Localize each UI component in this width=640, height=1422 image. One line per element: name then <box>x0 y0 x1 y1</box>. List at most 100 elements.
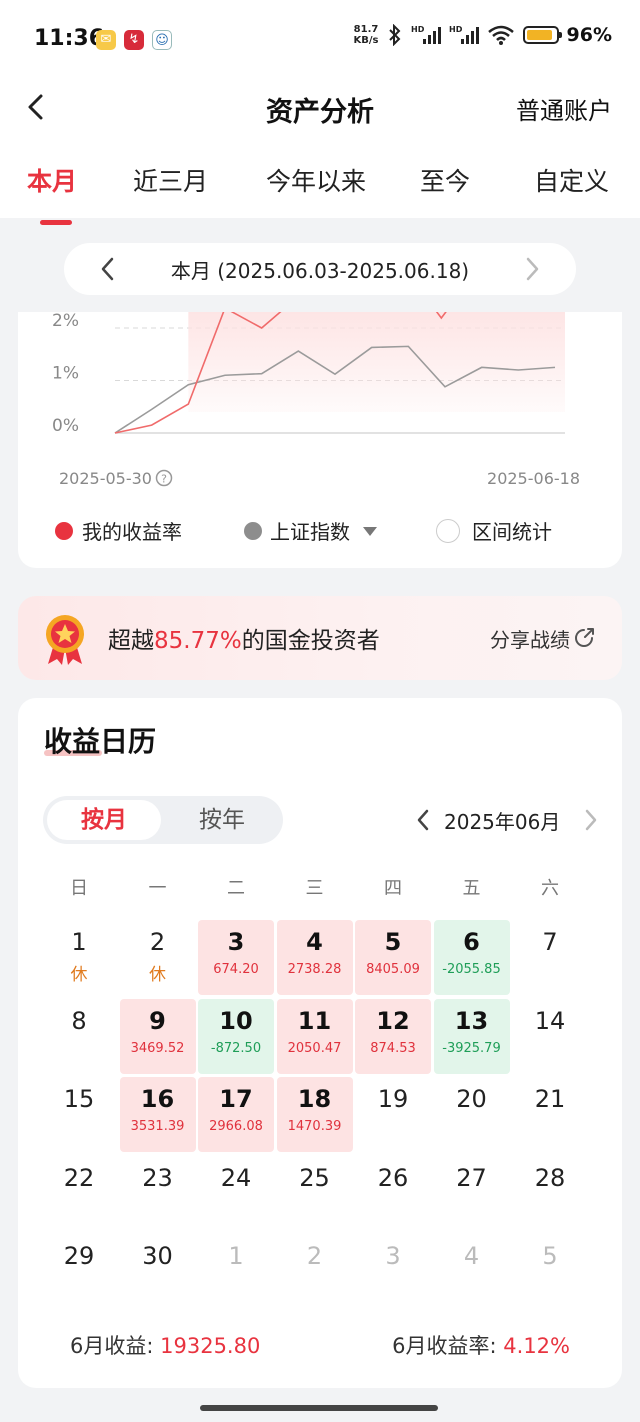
weekday-label: 六 <box>541 878 559 899</box>
tab-this-month[interactable]: 本月 <box>27 162 77 198</box>
calendar-day-number: 5 <box>542 1242 558 1270</box>
calendar-day-cell[interactable]: 2休 <box>120 920 196 995</box>
ranking-text: 超越85.77%的国金投资者 <box>108 621 380 655</box>
daily-profit-value: -3925.79 <box>442 1040 501 1056</box>
calendar-day-cell[interactable]: 24 <box>198 1156 274 1231</box>
calendar-day-number: 13 <box>454 1006 489 1035</box>
home-indicator[interactable] <box>200 1405 438 1411</box>
calendar-day-cell[interactable]: 19 <box>355 1077 431 1152</box>
by-year-toggle[interactable]: 按年 <box>165 800 279 840</box>
calendar-day-cell: 5 <box>512 1234 588 1309</box>
calendar-day-number: 17 <box>219 1085 253 1113</box>
calendar-day-number: 23 <box>142 1163 173 1192</box>
weekday-header: 日 一 二 三 四 五 六 <box>41 874 601 904</box>
calendar-day-number: 30 <box>142 1242 173 1270</box>
tab-custom[interactable]: 自定义 <box>534 162 609 198</box>
next-range-icon[interactable] <box>522 256 542 282</box>
calendar-day-cell[interactable]: 4 2738.28 <box>276 920 353 995</box>
calendar-day-number: 12 <box>376 1006 410 1035</box>
calendar-day-number: 7 <box>542 928 558 956</box>
my-return-legend[interactable]: 我的收益率 <box>82 516 182 545</box>
calendar-day-number: 26 <box>377 1163 409 1192</box>
battery-icon <box>522 26 562 44</box>
battery-percent: 96% <box>566 24 612 46</box>
weekday-label: 四 <box>384 878 402 899</box>
calendar-day-cell[interactable]: 21 <box>512 1077 588 1152</box>
calendar-day-cell[interactable]: 8 <box>41 999 117 1074</box>
network-speed-unit: KB/s <box>353 35 379 46</box>
calendar-day-cell[interactable]: 3 674.20 <box>198 920 274 995</box>
calendar-day-cell[interactable]: 29 <box>41 1234 117 1309</box>
interval-stats-legend[interactable]: 区间统计 <box>472 516 552 545</box>
my-return-area <box>188 312 566 412</box>
daily-profit-value: 3469.52 <box>130 1040 185 1056</box>
by-month-toggle[interactable]: 按月 <box>47 800 161 840</box>
tab-year-to-date[interactable]: 今年以来 <box>266 162 366 198</box>
calendar-day-cell[interactable]: 11 2050.47 <box>276 998 353 1074</box>
calendar-day-cell[interactable]: 14 <box>512 999 588 1074</box>
profit-calendar-card: 收益日历 按月 按年 2025年06月 日 一 二 三 四 五 六 1休2休36… <box>18 698 622 1388</box>
index-legend[interactable]: 上证指数 <box>270 516 350 545</box>
calendar-day-cell[interactable]: 28 <box>512 1156 588 1231</box>
calendar-day-cell[interactable]: 5 8405.09 <box>355 920 431 995</box>
calendar-day-number: 11 <box>297 1006 332 1035</box>
calendar-day-number: 14 <box>534 1006 566 1035</box>
my-return-legend-dot <box>55 522 73 540</box>
calendar-day-cell[interactable]: 10 -872.50 <box>198 998 274 1074</box>
calendar-day-number: 18 <box>297 1085 332 1113</box>
svg-text:?: ? <box>161 473 167 486</box>
stats-legend-dot[interactable] <box>436 519 460 543</box>
calendar-day-cell[interactable]: 16 3531.39 <box>119 1077 196 1152</box>
share-results-button[interactable]: 分享战绩 <box>490 624 570 653</box>
date-range-label: 本月 (2025.06.03-2025.06.18) <box>170 259 470 283</box>
monthly-rate-label: 6月收益率: <box>392 1334 497 1358</box>
calendar-day-cell[interactable]: 9 3469.52 <box>119 998 196 1074</box>
daily-profit-value: 3531.39 <box>130 1119 185 1134</box>
notification-app-icon: ☺ <box>152 30 172 50</box>
previous-month-icon[interactable] <box>414 808 432 832</box>
calendar-day-cell[interactable]: 12 874.53 <box>355 998 431 1074</box>
calendar-day-cell[interactable]: 15 <box>41 1077 117 1152</box>
main-content: 2% 1% 0% 2025-05-30 ? 2025-06-18 我的收益率 上证指… <box>0 218 640 1422</box>
daily-profit-value: 1470.39 <box>287 1119 342 1134</box>
daily-profit-value: 674.20 <box>213 962 259 977</box>
wifi-icon <box>487 25 514 45</box>
info-icon[interactable]: ? <box>155 469 173 487</box>
calendar-day-cell[interactable]: 25 <box>277 1156 353 1231</box>
signal-icon: HD <box>449 25 479 44</box>
calendar-day-number: 15 <box>63 1085 95 1113</box>
ranking-prefix: 超越 <box>108 628 154 654</box>
calendar-day-cell[interactable]: 6 -2055.85 <box>433 920 510 995</box>
calendar-day-number: 28 <box>534 1163 566 1192</box>
calendar-day-number: 1 <box>228 1242 244 1270</box>
next-month-icon[interactable] <box>582 808 600 832</box>
x-end-label: 2025-06-18 <box>487 469 580 488</box>
tab-since-inception[interactable]: 至今 <box>420 162 470 198</box>
weekday-label: 一 <box>148 878 167 899</box>
calendar-day-number: 25 <box>299 1163 330 1192</box>
return-chart-card: 2% 1% 0% 2025-05-30 ? 2025-06-18 我的收益率 上证指… <box>18 312 622 568</box>
signal-icon: HD <box>411 25 441 44</box>
calendar-day-cell[interactable]: 22 <box>41 1156 117 1231</box>
calendar-day-cell[interactable]: 18 1470.39 <box>276 1077 353 1152</box>
calendar-day-cell[interactable]: 26 <box>355 1156 431 1231</box>
calendar-day-cell[interactable]: 30 <box>120 1234 196 1309</box>
account-type-button[interactable]: 普通账户 <box>516 91 612 126</box>
weekday-label: 五 <box>462 878 481 899</box>
calendar-day-number: 4 <box>463 1242 480 1270</box>
calendar-day-cell[interactable]: 7 <box>512 920 588 995</box>
calendar-day-cell[interactable]: 20 <box>434 1077 510 1152</box>
tab-three-months[interactable]: 近三月 <box>133 162 208 198</box>
calendar-day-cell[interactable]: 23 <box>120 1156 196 1231</box>
calendar-day-cell[interactable]: 17 2966.08 <box>198 1077 274 1152</box>
share-icon[interactable] <box>574 626 596 648</box>
status-indicators: 81.7 KB/s HD HD 96% <box>354 24 612 46</box>
calendar-day-cell[interactable]: 13 -3925.79 <box>433 998 510 1074</box>
daily-profit-value: -2055.85 <box>442 962 501 977</box>
calendar-day-cell[interactable]: 1休 <box>41 920 117 995</box>
dropdown-triangle-icon[interactable] <box>362 526 378 538</box>
app-header: 资产分析 普通账户 本月 近三月 今年以来 至今 自定义 <box>0 78 640 225</box>
notification-app-icon: ↯ <box>124 30 144 50</box>
daily-profit-value: 874.53 <box>370 1040 416 1056</box>
calendar-day-cell[interactable]: 27 <box>434 1156 510 1231</box>
